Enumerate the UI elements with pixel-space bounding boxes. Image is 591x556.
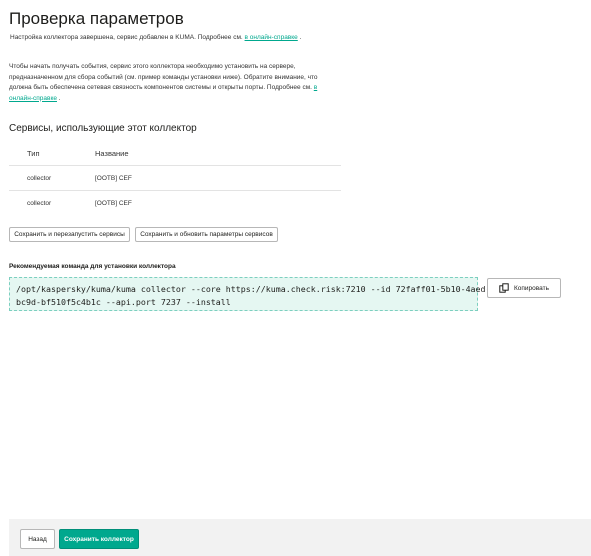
- completion-note-text: Настройка коллектора завершена, сервис д…: [10, 34, 245, 41]
- install-instructions: Чтобы начать получать события, сервис эт…: [9, 62, 329, 104]
- online-help-link[interactable]: в онлайн-справке: [245, 34, 298, 41]
- table-row: collector [OOTB] CEF: [9, 166, 341, 191]
- install-instructions-text: Чтобы начать получать события, сервис эт…: [9, 63, 318, 91]
- install-instructions-end: .: [56, 94, 61, 102]
- service-name-cell: [OOTB] CEF: [95, 174, 132, 182]
- column-header-type: Тип: [27, 149, 40, 158]
- copy-button-label: Копировать: [514, 284, 549, 292]
- service-type-cell: collector: [27, 200, 52, 207]
- service-type-cell: collector: [27, 174, 52, 182]
- command-label: Рекомендуемая команда для установки колл…: [9, 263, 176, 270]
- save-and-restart-button[interactable]: Сохранить и перезапустить сервисы: [9, 227, 130, 242]
- services-table: Тип Название collector [OOTB] CEF collec…: [9, 142, 341, 216]
- completion-note-end: .: [297, 34, 302, 41]
- copy-icon: [499, 283, 509, 293]
- completion-note: Настройка коллектора завершена, сервис д…: [10, 34, 301, 41]
- save-and-update-button[interactable]: Сохранить и обновить параметры сервисов: [135, 227, 278, 242]
- save-collector-button[interactable]: Сохранить коллектор: [59, 529, 139, 549]
- table-header: Тип Название: [9, 142, 341, 166]
- column-header-name: Название: [95, 149, 129, 158]
- back-button[interactable]: Назад: [20, 529, 55, 549]
- table-row: collector [OOTB] CEF: [9, 191, 341, 216]
- install-command-box[interactable]: /opt/kaspersky/kuma/kuma collector --cor…: [9, 277, 491, 311]
- copy-button[interactable]: Копировать: [487, 278, 561, 298]
- page-title: Проверка параметров: [9, 9, 184, 28]
- service-name-cell: [OOTB] CEF: [95, 200, 132, 207]
- services-section-title: Сервисы, использующие этот коллектор: [9, 123, 197, 134]
